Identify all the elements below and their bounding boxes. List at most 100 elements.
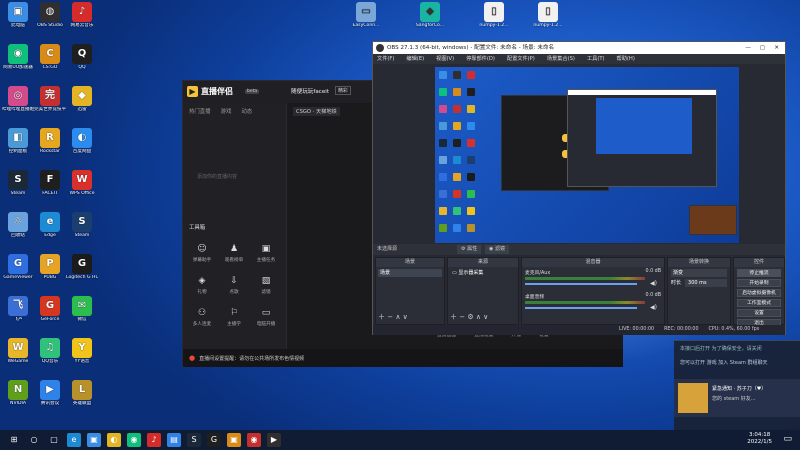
nav-tab-games[interactable]: 游戏	[221, 107, 232, 115]
feature-item[interactable]: ⚇ 多人连麦	[189, 307, 215, 327]
desktop-icon[interactable]: F FACEIT	[34, 170, 66, 206]
desktop-file-icon[interactable]: ▯ numpy-1.2...	[478, 2, 510, 38]
desktop-icon[interactable]: G GameViewer	[2, 254, 34, 290]
start-recording-button[interactable]: 开始录制	[737, 279, 781, 287]
notification-toast[interactable]: 紧急通知 · 苏子刀（♥） 您的 steam 好友...	[674, 379, 800, 417]
desktop-icon[interactable]: Q QQ	[66, 44, 98, 80]
taskbar-app-icon[interactable]: S	[187, 433, 201, 447]
desktop-file-icon[interactable]: ◆ SangforCo...	[414, 2, 446, 38]
taskbar-app-icon[interactable]: ♪	[147, 433, 161, 447]
desktop-icon[interactable]: 飞飞卢	[2, 296, 34, 332]
studio-mode-button[interactable]: 工作室模式	[737, 299, 781, 307]
desktop-file-icon[interactable]: ▭ EasyConn...	[350, 2, 382, 38]
taskbar-app-icon[interactable]: ⊞	[7, 433, 21, 447]
taskbar-app-icon[interactable]: ◉	[247, 433, 261, 447]
stop-streaming-button[interactable]: 停止推流	[737, 269, 781, 277]
taskbar-app-icon[interactable]: ▤	[167, 433, 181, 447]
obs-menu-item[interactable]: 配置文件(P)	[507, 54, 535, 64]
desktop-icon[interactable]: GLogitech G HUB	[66, 254, 98, 290]
taskbar-app-icon[interactable]: ◉	[127, 433, 141, 447]
feature-item[interactable]: ⚐ 主播学	[221, 307, 247, 327]
desktop-icon[interactable]: W WPS Office	[66, 170, 98, 206]
desktop-icon[interactable]: 完完美世界竞技平台	[34, 86, 66, 122]
desktop-speaker-icon[interactable]: ◀)	[650, 304, 657, 311]
feature-item[interactable]: ◈ 礼物	[189, 275, 215, 295]
desktop-icon[interactable]: S Steam	[2, 170, 34, 206]
desktop-icon[interactable]: ◉ 网易UU加速器	[2, 44, 34, 80]
feature-item[interactable]: ▭ 电脑开播	[253, 307, 279, 327]
obs-menu-item[interactable]: 帮助(H)	[617, 54, 635, 64]
obs-menu-item[interactable]: 文件(F)	[377, 54, 394, 64]
properties-button[interactable]: ⚙ 属性	[457, 245, 482, 254]
desktop-icon[interactable]: e Edge	[34, 212, 66, 248]
desktop-file-icon[interactable]: ▯ numpy-1.2...	[532, 2, 564, 38]
desktop-icon[interactable]: C CS:GO	[34, 44, 66, 80]
mic-speaker-icon[interactable]: ◀)	[650, 280, 657, 287]
obs-preview[interactable]	[435, 67, 739, 243]
desktop-icon[interactable]: Y YY语音	[66, 338, 98, 374]
maximize-icon[interactable]: ▢	[760, 42, 765, 54]
stream-tag[interactable]: CSGO · 天梯地铁	[293, 107, 340, 116]
obs-menu-item[interactable]: 工具(T)	[587, 54, 605, 64]
taskbar-app-icon[interactable]: ▢	[47, 433, 61, 447]
preview-game-window	[689, 205, 737, 235]
scene-name[interactable]: 随便玩玩faceit	[291, 87, 329, 95]
desktop-icon[interactable]: ♪ 网易云音乐	[66, 2, 98, 38]
duration-input[interactable]: 300 ms	[685, 279, 727, 287]
desktop-icon[interactable]: P PUBG	[34, 254, 66, 290]
feature-item[interactable]: ▧ 滤镜	[253, 275, 279, 295]
taskbar-app-icon[interactable]: G	[207, 433, 221, 447]
obs-window-title: OBS 27.1.3 (64-bit, windows) - 配置文件: 未命名…	[387, 45, 555, 51]
source-item[interactable]: ▭ 显示器采集	[450, 269, 516, 277]
desktop-icon-glyph: ◐	[72, 128, 92, 148]
preview-mini-icon	[439, 190, 447, 198]
obs-menu-item[interactable]: 视图(V)	[436, 54, 454, 64]
taskbar-clock[interactable]: 3:04:18 2022/1/5	[747, 432, 772, 446]
desktop-icon[interactable]: L 英雄联盟	[66, 380, 98, 416]
nav-tab-hot[interactable]: 热门直播	[189, 107, 211, 115]
desktop-icon[interactable]: ▣ 此电脑	[2, 2, 34, 38]
feature-item[interactable]: ♟ 观看榜单	[221, 243, 247, 263]
mic-volume-slider[interactable]	[525, 283, 637, 285]
desktop-icon[interactable]: ♲ 回收站	[2, 212, 34, 248]
desktop-icon[interactable]: G GeForce	[34, 296, 66, 332]
desktop-icon[interactable]: ◐ 百度网盘	[66, 128, 98, 164]
taskbar-app-icon[interactable]: ○	[27, 433, 41, 447]
obs-menu-item[interactable]: 场景集合(S)	[547, 54, 575, 64]
desktop-icon[interactable]: R Rockstar	[34, 128, 66, 164]
desktop-icon[interactable]: ◍ OBS Studio	[34, 2, 66, 38]
filters-button[interactable]: ◉ 滤镜	[485, 245, 509, 254]
desktop-icon[interactable]: ◆ 迅雷	[66, 86, 98, 122]
desktop-icon[interactable]: ▶ 腾讯会议	[34, 380, 66, 416]
close-icon[interactable]: ✕	[774, 42, 779, 54]
status-tag[interactable]: 精彩	[335, 86, 352, 95]
scene-item[interactable]: 场景	[378, 269, 442, 277]
taskbar-app-icon[interactable]: e	[67, 433, 81, 447]
feature-item[interactable]: ☺ 弹幕助手	[189, 243, 215, 263]
settings-button[interactable]: 设置	[737, 309, 781, 317]
transition-select[interactable]: 渐变	[671, 269, 727, 277]
taskbar-app-icon[interactable]: ▣	[87, 433, 101, 447]
desktop-icon[interactable]: W WeGame	[2, 338, 34, 374]
obs-menu-item[interactable]: 编辑(E)	[406, 54, 424, 64]
sources-dock-title: 来源	[448, 258, 518, 267]
feature-item[interactable]: ▣ 主播任务	[253, 243, 279, 263]
virtual-camera-button[interactable]: 启动虚拟摄像机	[737, 289, 781, 297]
desktop-icon[interactable]: S Steam	[66, 212, 98, 248]
desktop-icon[interactable]: ◎ 哔哩哔哩直播姬	[2, 86, 34, 122]
feature-item[interactable]: ⇩ 点歌	[221, 275, 247, 295]
taskbar-app-icon[interactable]: ▶	[267, 433, 281, 447]
nav-tab-dynamic[interactable]: 动态	[241, 107, 252, 115]
obs-menu-item[interactable]: 停靠部件(D)	[466, 54, 495, 64]
desktop-file-glyph: ◆	[420, 2, 440, 22]
notification-center-icon[interactable]: ▭	[783, 434, 792, 444]
desktop-icon[interactable]: ♫ QQ音乐	[34, 338, 66, 374]
obs-window[interactable]: OBS 27.1.3 (64-bit, windows) - 配置文件: 未命名…	[372, 41, 786, 335]
desktop-icon[interactable]: ✉ 微信	[66, 296, 98, 332]
taskbar-app-icon[interactable]: ◐	[107, 433, 121, 447]
desktop-icon[interactable]: ◧ 控制面板	[2, 128, 34, 164]
minimize-icon[interactable]: —	[745, 42, 751, 54]
desktop-volume-slider[interactable]	[525, 307, 637, 309]
taskbar-app-icon[interactable]: ▣	[227, 433, 241, 447]
desktop-icon[interactable]: N NVIDIA	[2, 380, 34, 416]
